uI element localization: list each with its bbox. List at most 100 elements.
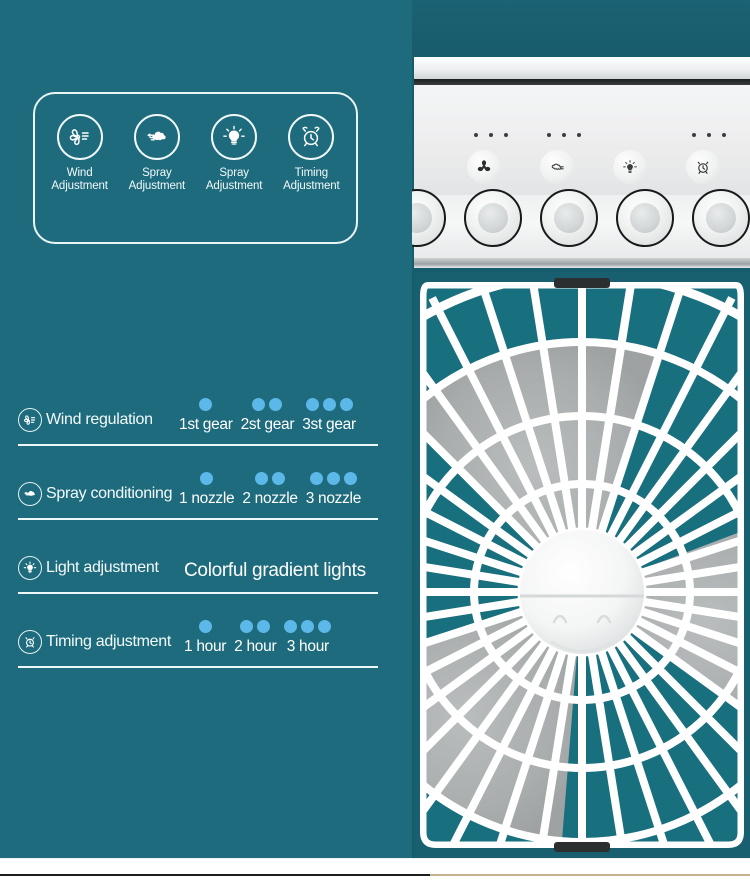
spec-row-name: Light adjustment [46,559,159,576]
spec-row-name: Spray conditioning [46,485,173,502]
knob[interactable] [692,189,750,247]
led-dot [474,133,478,137]
led-dot [489,133,493,137]
spec-option-label: 3 hour [286,638,329,655]
dot [326,472,340,485]
led-dot [577,133,581,137]
knob-inner [554,203,584,233]
feature-item-wind: Wind Adjustment [41,114,118,192]
spec-option: 3 hour [284,620,332,656]
fan-icon [56,114,103,160]
light-icon [211,114,258,160]
knob-row [412,189,750,263]
spec-row-options: 1 nozzle 2 nozzle 3 nozzle [179,472,361,508]
spec-row-head: Spray conditioning [18,482,173,506]
dot [198,620,212,633]
dot [339,398,353,411]
feature-label: Spray Adjustment [128,167,186,192]
grille-top-notch [554,278,610,288]
dot [252,398,266,411]
knob[interactable] [464,189,522,247]
dot-group [200,472,214,485]
fan-grille [414,272,750,858]
timer-icon [288,114,335,160]
spec-row-name: Timing adjustment [46,633,172,650]
product-infographic: Wind Adjustment Spray Adjustment Spray A… [0,0,750,882]
feature-item-spray: Spray Adjustment [118,114,195,192]
fan-icon [18,408,42,432]
dot [305,398,319,411]
spec-option-label: 2 nozzle [242,490,298,507]
led-indicator-group-fan [474,133,508,137]
knob-inner [412,203,432,233]
spec-table: Wind regulation 1st gear 2st gear 3st ge… [18,372,378,668]
spec-option-label: 3st gear [302,416,356,433]
photo-background [412,0,750,62]
spec-option-label: 1 hour [184,638,227,655]
dot [322,398,336,411]
spec-row-head: Light adjustment [18,556,159,580]
timer-icon [18,630,42,654]
feature-card: Wind Adjustment Spray Adjustment Spray A… [33,92,358,244]
dot [257,620,271,633]
dot-group [284,620,332,633]
led-dot [547,133,551,137]
spray-button[interactable] [540,150,574,184]
light-icon [18,556,42,580]
dot [284,620,298,633]
dot [269,398,283,411]
table-row: Spray conditioning 1 nozzle 2 nozzle 3 n… [18,446,378,520]
control-panel [414,85,750,195]
timer-button[interactable] [686,150,720,184]
dot-group [252,398,283,411]
top-vent-strip [414,57,750,80]
led-indicator-group-spray [547,133,581,137]
led-indicator-group-timer [692,133,726,137]
bottom-rule-accent [430,874,750,876]
spec-row-name: Wind regulation [46,411,153,428]
dot [272,472,286,485]
spec-row-options: 1st gear 2st gear 3st gear [179,398,356,434]
dot-group [199,398,213,411]
spec-option-label: 2 hour [234,638,277,655]
spec-option: 2 nozzle [242,472,298,508]
fan-grille-graphic [420,278,744,852]
spec-option: 1 nozzle [179,472,235,508]
knob-inner [630,203,660,233]
feature-card-row: Wind Adjustment Spray Adjustment Spray A… [35,94,356,192]
dot [318,620,332,633]
table-row: Wind regulation 1st gear 2st gear 3st ge… [18,372,378,446]
product-photo [412,0,750,858]
knob-inner [706,203,736,233]
table-row: Light adjustment Colorful gradient light… [18,520,378,594]
knob[interactable] [540,189,598,247]
spec-option-label: 1 nozzle [179,490,235,507]
table-row: Timing adjustment 1 hour 2 hour 3 hour [18,594,378,668]
knob[interactable] [412,189,446,247]
dot [309,472,323,485]
fan-button[interactable] [467,150,501,184]
spec-row-value: Colorful gradient lights [184,560,366,581]
dot [240,620,254,633]
spec-option: 2 hour [234,620,277,656]
grille-bottom-notch [554,842,610,852]
spec-row-head: Wind regulation [18,408,153,432]
dot [200,472,214,485]
spec-option: 3st gear [302,398,356,434]
spray-icon [133,114,180,160]
light-button[interactable] [613,150,647,184]
spec-option: 2st gear [241,398,295,434]
led-dot [692,133,696,137]
spec-row-head: Timing adjustment [18,630,171,654]
dot-group [305,398,353,411]
knob[interactable] [616,189,674,247]
led-dot [707,133,711,137]
dot [199,398,213,411]
spec-option-label: 3 nozzle [305,490,362,507]
feature-item-timing: Timing Adjustment [273,114,350,192]
panel-shadow [414,258,750,268]
dot-group [240,620,271,633]
dot-group [309,472,357,485]
feature-item-light: Spray Adjustment [196,114,273,192]
spray-icon [18,482,42,506]
